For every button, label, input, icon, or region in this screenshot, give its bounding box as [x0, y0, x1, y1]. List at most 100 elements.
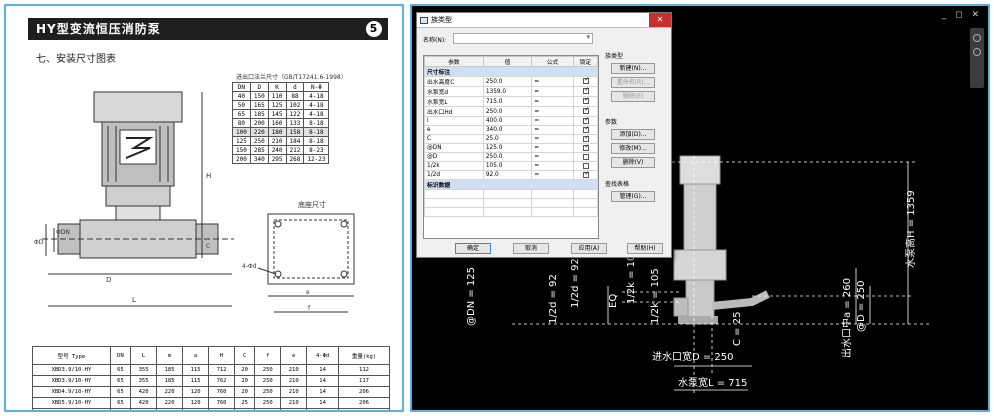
dialog-close-button[interactable]: ✕ — [649, 13, 671, 27]
group-dimensions[interactable]: 尺寸标注 — [424, 66, 598, 77]
param-value[interactable]: 1359.0 — [482, 86, 533, 97]
flange-col-header: DN — [232, 82, 251, 92]
param-formula[interactable]: = — [531, 125, 574, 135]
lock-checkbox[interactable] — [583, 170, 589, 178]
group-identity[interactable]: 标识数据 — [424, 179, 598, 190]
param-name: 1/2k — [424, 161, 484, 171]
param-row[interactable]: C 25.0 = — [424, 134, 598, 144]
param-value[interactable]: 250.0 — [482, 76, 533, 87]
dim-C-text[interactable]: C = 25 — [732, 312, 743, 346]
rename-type-button[interactable]: 重命名(R)... — [611, 77, 655, 88]
flange-cell: 133 — [285, 118, 305, 128]
param-row[interactable]: l 400.0 = — [424, 116, 598, 126]
cancel-button[interactable]: 取消 — [513, 243, 549, 254]
param-name: 出水口Hd — [424, 106, 484, 117]
param-formula[interactable]: = — [531, 134, 574, 144]
apply-button[interactable]: 应用(A) — [571, 243, 607, 254]
lock-checkbox[interactable] — [583, 96, 589, 105]
spec-cell: 185 — [156, 375, 184, 387]
name-label: 名称(N): — [423, 37, 447, 44]
dim-a-text[interactable]: 出水口中a = 260 — [840, 278, 853, 358]
param-formula[interactable]: = — [531, 161, 574, 171]
ok-button[interactable]: 确定 — [455, 243, 491, 254]
dim-D-right-text[interactable]: @D = 250 — [856, 280, 867, 332]
param-row[interactable]: e 340.0 = — [424, 125, 598, 135]
param-row[interactable]: 水泵宽d 1359.0 = — [424, 86, 598, 97]
help-button[interactable]: 帮助(H) — [627, 243, 663, 254]
empty-cell — [482, 207, 533, 217]
param-value[interactable]: 400.0 — [482, 116, 533, 126]
flange-cell: 340 — [249, 154, 269, 164]
param-formula[interactable]: = — [531, 170, 574, 180]
param-formula[interactable]: = — [531, 152, 574, 162]
dim-eq-text[interactable]: EQ — [608, 294, 619, 308]
lock-checkbox[interactable] — [583, 76, 589, 85]
lock-checkbox[interactable] — [583, 153, 590, 160]
param-row[interactable]: 1/2d 92.0 = — [424, 170, 598, 180]
spec-cell: 250 — [254, 397, 282, 409]
lock-checkbox[interactable] — [583, 86, 589, 95]
param-value[interactable]: 250.0 — [482, 152, 533, 162]
steering-wheel-icon[interactable] — [973, 34, 981, 42]
param-formula[interactable]: = — [531, 106, 574, 117]
param-formula[interactable]: = — [531, 96, 574, 107]
delete-type-button[interactable]: 删除(E) — [611, 91, 655, 102]
zoom-icon[interactable] — [973, 48, 981, 56]
param-name: l — [424, 116, 484, 126]
spec-cell: 14 — [306, 364, 339, 376]
window-controls[interactable]: _ ◻ ✕ — [942, 10, 982, 20]
dim-half-k-text-2[interactable]: 1/2k = 105 — [650, 268, 661, 324]
lock-checkbox[interactable] — [583, 125, 589, 133]
lock-checkbox[interactable] — [583, 106, 589, 115]
cad-viewport[interactable]: 水泵高H = 1359 @DN = 125 1/2d = 92 1/2d = 9… — [410, 4, 990, 412]
param-formula[interactable]: = — [531, 86, 574, 97]
param-value[interactable]: 25.0 — [482, 134, 533, 144]
manage-lookup-button[interactable]: 管理(G)... — [611, 191, 655, 202]
add-parameter-button[interactable]: 添加(D)... — [611, 129, 655, 140]
dim-DN-text[interactable]: @DN = 125 — [466, 267, 477, 326]
flange-cell: 165 — [249, 100, 269, 110]
param-row[interactable]: 1/2k 105.0 = — [424, 161, 598, 171]
flange-cell: 50 — [232, 100, 251, 110]
dim-L-text[interactable]: 水泵宽L = 715 — [678, 376, 747, 389]
spec-row: XBD6.8/10-HY654652204407802525021014247 — [32, 408, 391, 410]
param-value[interactable]: 105.0 — [482, 161, 533, 171]
param-value[interactable]: 250.0 — [482, 106, 533, 117]
remove-parameter-button[interactable]: 删除(V) — [611, 157, 655, 168]
flange-cell: 4-18 — [303, 109, 330, 119]
param-value[interactable]: 125.0 — [482, 143, 533, 153]
spec-cell: 250 — [254, 364, 282, 376]
new-type-button[interactable]: 新建(N)... — [611, 63, 655, 74]
parameters-grid[interactable]: 参数值公式锁定 尺寸标注出水高度C250.0=水泵宽d1359.0=水泵宽L71… — [423, 55, 599, 239]
label-f: f — [308, 305, 311, 312]
lock-checkbox[interactable] — [583, 143, 589, 151]
catalog-page: HY型变流恒压消防泵 5 七、安装尺寸图表 H D L ΦD ΦDN C 4-Φ… — [4, 4, 404, 412]
param-row[interactable]: @DN 125.0 = — [424, 143, 598, 153]
spec-cell: 220 — [156, 408, 184, 410]
spec-cell: 760 — [208, 397, 236, 409]
param-row[interactable]: @D 250.0 = — [424, 152, 598, 162]
param-formula[interactable]: = — [531, 116, 574, 126]
param-value[interactable]: 340.0 — [482, 125, 533, 135]
param-formula[interactable]: = — [531, 76, 574, 87]
dim-H-text[interactable]: 水泵高H = 1359 — [904, 190, 917, 268]
param-value[interactable]: 92.0 — [482, 170, 533, 180]
dialog-titlebar[interactable]: 族类型 ✕ — [417, 13, 671, 28]
dim-half-d-text-1[interactable]: 1/2d = 92 — [548, 274, 559, 324]
navigation-bar[interactable] — [970, 28, 984, 88]
param-row[interactable]: 出水口Hd 250.0 = — [424, 106, 598, 117]
lock-checkbox[interactable] — [583, 134, 589, 142]
param-row[interactable]: 出水高度C 250.0 = — [424, 76, 598, 87]
type-name-select[interactable] — [453, 33, 593, 44]
param-value[interactable]: 715.0 — [482, 96, 533, 107]
dim-D-bottom-text[interactable]: 进水口宽D = 250 — [652, 350, 734, 363]
dim-half-d-text-2[interactable]: 1/2d = 92 — [570, 258, 581, 308]
flange-cell: 150 — [232, 145, 251, 155]
param-row[interactable]: 水泵宽L 715.0 = — [424, 96, 598, 107]
lock-checkbox[interactable] — [583, 116, 589, 124]
spec-cell: 65 — [109, 375, 132, 387]
lock-checkbox[interactable] — [583, 162, 590, 169]
modify-parameter-button[interactable]: 修改(M)... — [611, 143, 655, 154]
param-lock-cell — [572, 143, 598, 153]
param-formula[interactable]: = — [531, 143, 574, 153]
